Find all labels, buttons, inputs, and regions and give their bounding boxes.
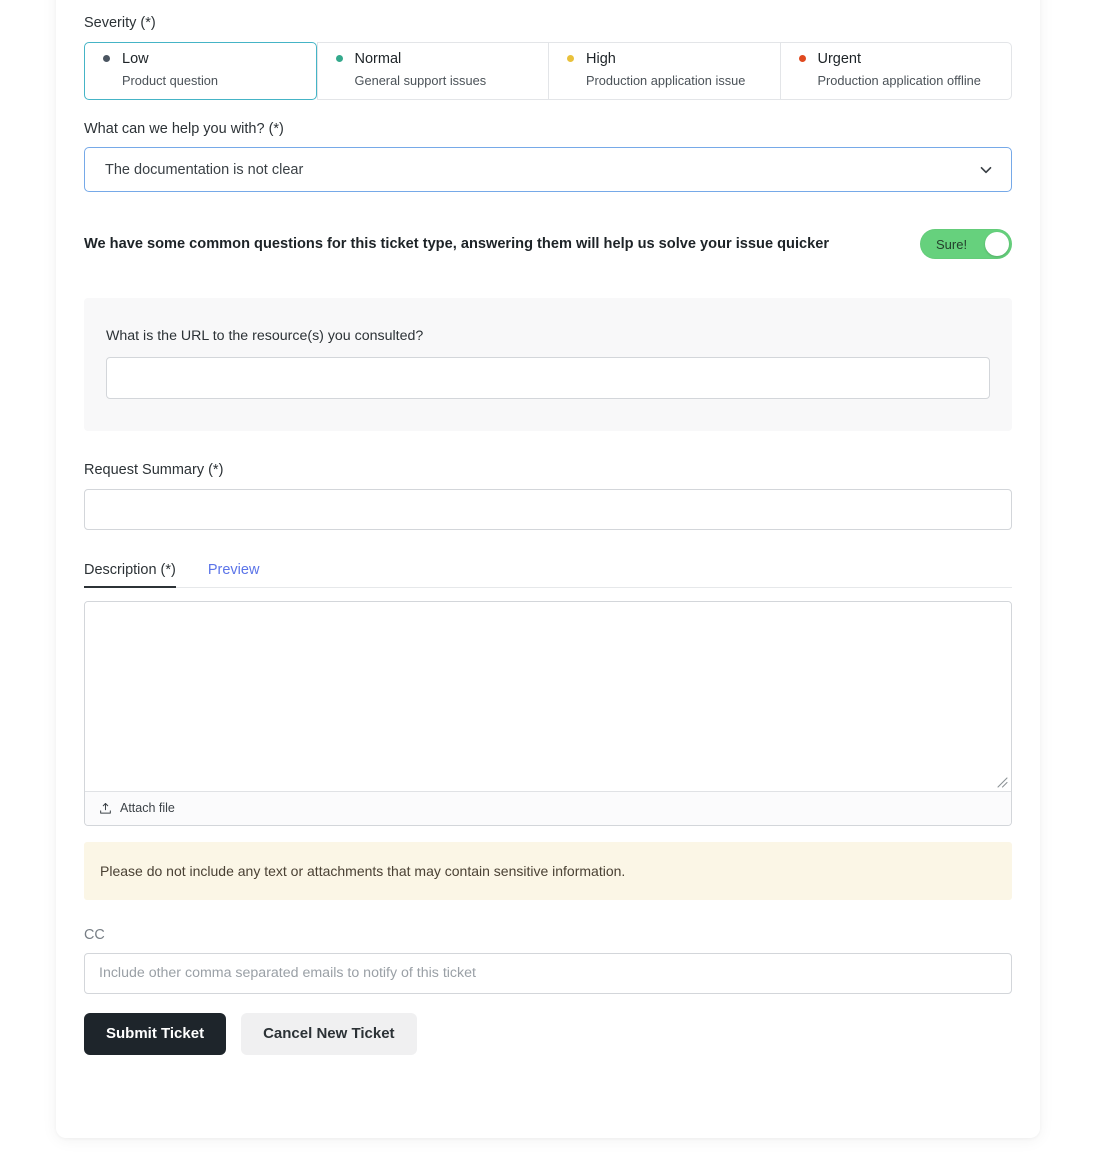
description-tabs: Description (*) Preview [84,558,1012,588]
cc-input[interactable] [84,952,1012,994]
common-questions-row: We have some common questions for this t… [84,229,1012,259]
sensitive-info-warning: Please do not include any text or attach… [84,841,1012,900]
severity-option-subtitle: Product question [122,73,219,88]
severity-option-high[interactable]: High Production application issue [548,41,780,100]
cc-label: CC [84,926,105,943]
severity-option-normal-head: Normal [335,50,549,67]
tab-preview[interactable]: Preview [208,562,260,587]
severity-option-subtitle: Production application offline [817,73,981,88]
severity-dot-icon [567,55,574,63]
help-select-label: What can we help you with? (*) [84,120,284,137]
cancel-new-ticket-button[interactable]: Cancel New Ticket [241,1012,417,1055]
request-summary-input[interactable] [84,488,1012,530]
severity-dot-icon [335,55,343,63]
common-questions-text: We have some common questions for this t… [84,236,830,252]
sensitive-info-warning-text: Please do not include any text or attach… [100,862,626,879]
url-question-label: What is the URL to the resource(s) you c… [106,328,424,344]
help-select-wrap: The documentation is not clear [84,147,1012,192]
ticket-form-page: Severity (*) Low Product question Normal [0,0,1096,1174]
description-textarea[interactable] [85,601,1011,791]
severity-option-urgent-head: Urgent [798,50,1012,67]
severity-option-subtitle: General support issues [354,73,487,88]
submit-ticket-button[interactable]: Submit Ticket [84,1012,227,1055]
severity-option-normal[interactable]: Normal General support issues [316,41,549,100]
description-editor: Attach file [84,600,1012,826]
common-questions-toggle[interactable]: Sure! [920,229,1012,259]
attach-file-label: Attach file [120,801,175,815]
toggle-knob [985,232,1009,256]
severity-options: Low Product question Normal General supp… [84,41,1012,100]
common-question-panel: What is the URL to the resource(s) you c… [84,298,1012,431]
form-content: Severity (*) Low Product question Normal [84,0,1012,1055]
severity-option-low-head: Low [103,50,316,67]
form-card: Severity (*) Low Product question Normal [56,0,1040,1138]
description-field: Description (*) Preview Attach file [84,558,1012,826]
severity-option-urgent[interactable]: Urgent Production application offline [779,41,1012,100]
severity-option-low[interactable]: Low Product question [84,41,317,100]
severity-option-title: Normal [354,50,402,67]
attach-file-button[interactable]: Attach file [85,791,1011,825]
form-actions: Submit Ticket Cancel New Ticket [84,1012,1012,1055]
severity-option-title: Low [122,50,149,67]
toggle-label: Sure! [936,236,968,252]
severity-dot-icon [103,55,110,63]
help-select-value: The documentation is not clear [105,161,304,178]
severity-option-title: High [586,50,616,67]
help-select[interactable]: The documentation is not clear [84,147,1012,192]
tab-description[interactable]: Description (*) [84,562,176,588]
severity-label: Severity (*) [84,15,156,31]
severity-option-high-head: High [567,50,780,67]
severity-option-title: Urgent [817,50,862,67]
upload-icon [99,802,112,815]
cc-field: CC [84,927,1012,994]
description-textarea-area [85,601,1011,792]
url-question-input[interactable] [106,357,990,399]
severity-dot-icon [798,55,806,63]
help-select-field: What can we help you with? (*) The docum… [84,120,1012,192]
request-summary-field: Request Summary (*) [84,463,1012,530]
severity-option-subtitle: Production application issue [586,73,746,88]
request-summary-label: Request Summary (*) [84,462,224,478]
severity-field: Severity (*) Low Product question Normal [84,16,1012,100]
